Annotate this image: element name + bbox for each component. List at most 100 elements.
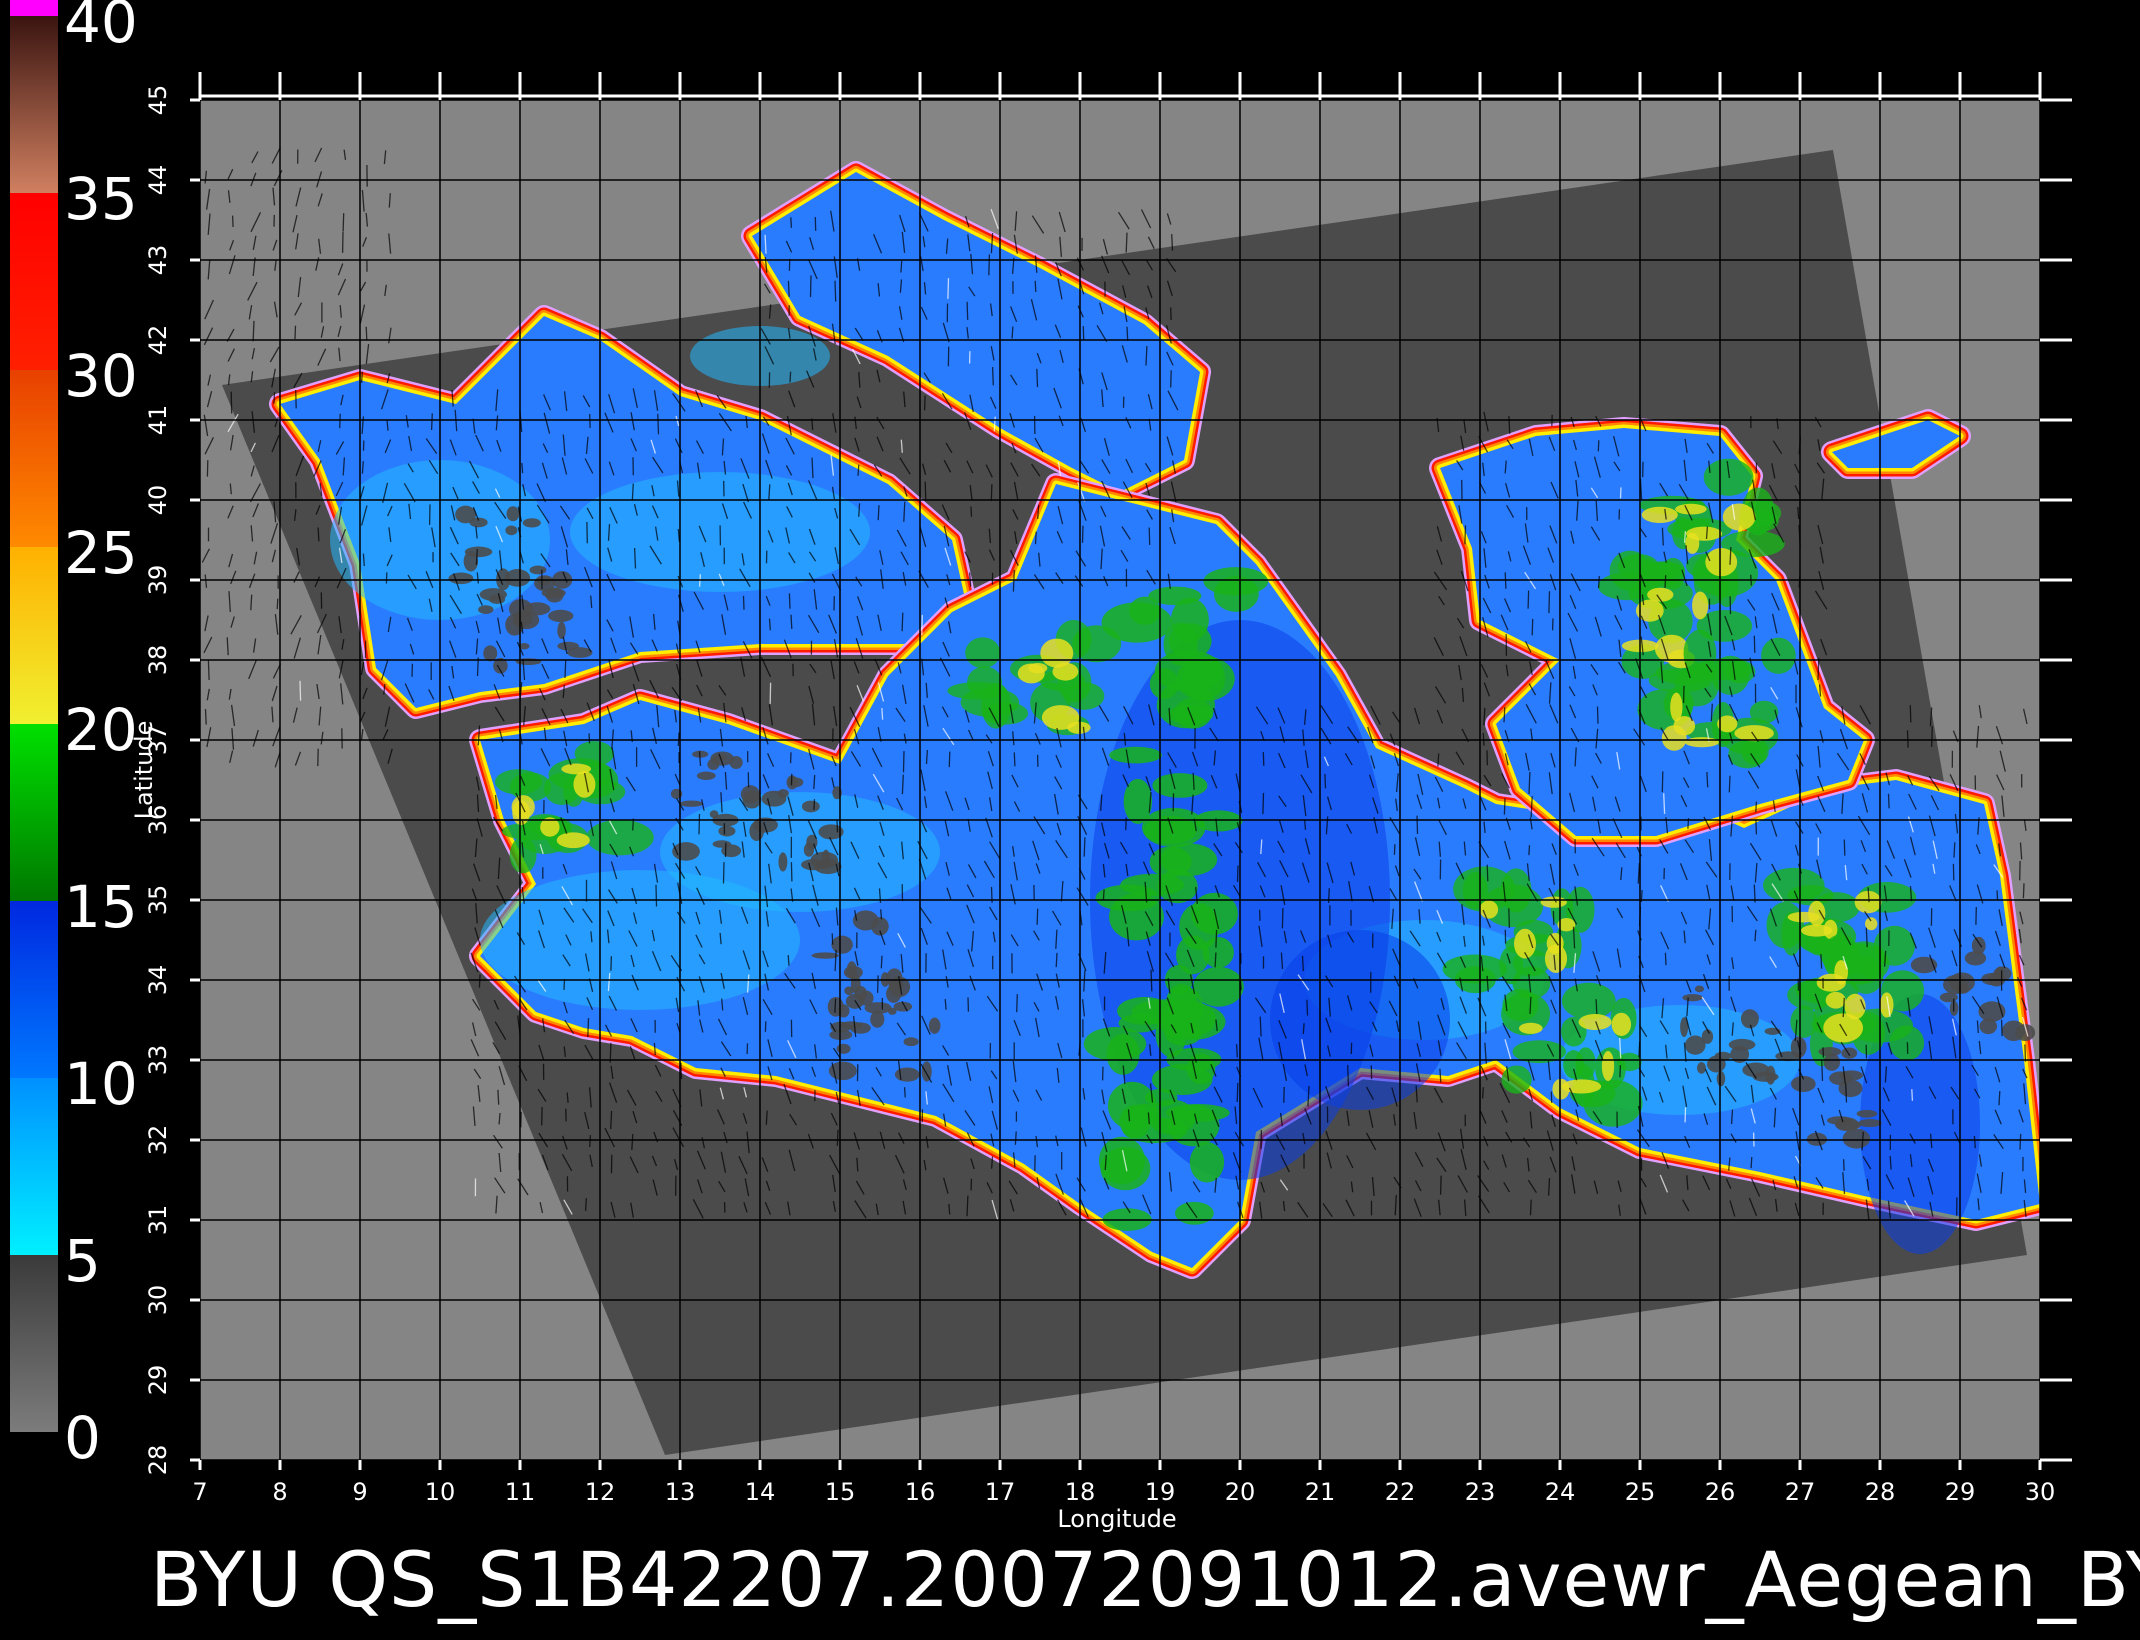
wind-vector [610, 1110, 613, 1130]
wind-vector [339, 413, 341, 429]
latitude-tick-label: 33 [144, 1045, 172, 1076]
wind-speed-patch [1955, 984, 1970, 994]
wind-speed-patch [1563, 1050, 1585, 1079]
longitude-tick-label: 22 [1385, 1478, 1416, 1506]
wind-vector [1303, 819, 1307, 830]
wind-vector [317, 527, 320, 542]
wind-speed-patch [1601, 1051, 1615, 1082]
colorbar-tick-label: 15 [64, 873, 138, 941]
longitude-tick-label: 23 [1465, 1478, 1496, 1506]
wind-speed-patch [696, 771, 716, 781]
wind-speed-patch [1109, 746, 1162, 764]
wind-vector [653, 1042, 656, 1056]
wind-speed-patch [1518, 1022, 1543, 1034]
wind-speed-patch [718, 825, 736, 837]
wind-vector [1171, 234, 1174, 251]
wind-vector [1755, 819, 1758, 835]
wind-vector [1529, 1199, 1532, 1216]
wind-speed-patch [548, 609, 574, 623]
wind-speed-patch [1561, 982, 1616, 1020]
wind-speed-patch [1694, 985, 1705, 993]
wind-speed-patch [1127, 1103, 1161, 1124]
wind-vector [1262, 752, 1265, 766]
wind-vector [1034, 280, 1037, 293]
longitude-tick-label: 17 [985, 1478, 1016, 1506]
colorbar-tick-label: 25 [64, 519, 138, 587]
wind-speed-patch [1823, 1013, 1864, 1043]
wind-vector [1661, 771, 1664, 793]
wind-vector [231, 215, 234, 228]
wind-speed-patch [1552, 1078, 1570, 1100]
wind-vector [1909, 705, 1912, 723]
wind-speed-patch [788, 777, 804, 788]
wind-vector [1842, 1159, 1845, 1171]
wind-vector [1527, 590, 1530, 609]
wind-speed-patch [801, 800, 820, 813]
wind-vector [966, 301, 969, 320]
wind-speed-patch [478, 605, 494, 614]
wind-vector [1147, 1112, 1150, 1125]
wind-speed-patch [1722, 503, 1756, 531]
wind-vector [299, 680, 302, 701]
longitude-tick-label: 14 [745, 1478, 776, 1506]
wind-vector [923, 395, 926, 411]
wind-speed-patch [1684, 737, 1719, 748]
wind-speed-patch [709, 810, 719, 819]
wind-speed-patch [1270, 930, 1450, 1110]
wind-vector [1973, 1135, 1976, 1149]
wind-vector [1145, 345, 1148, 366]
wind-speed-patch [1787, 885, 1834, 906]
wind-vector [764, 234, 767, 254]
wind-vector [1014, 1131, 1017, 1145]
wind-speed-patch [829, 1029, 853, 1041]
wind-vector [990, 1156, 994, 1169]
wind-vector [789, 371, 792, 383]
wind-vector [856, 1157, 859, 1172]
wind-vector [880, 909, 883, 920]
wind-vector [836, 819, 839, 833]
wind-vector [1661, 527, 1664, 546]
wind-speed-patch [1825, 991, 1846, 1009]
latitude-tick-label: 39 [144, 565, 172, 596]
wind-vector [790, 614, 793, 629]
wind-vector [790, 862, 793, 882]
wind-vector [1393, 844, 1396, 855]
wind-vector [1843, 839, 1846, 856]
wind-speed-patch [844, 986, 854, 995]
wind-vector [1619, 1065, 1622, 1078]
wind-speed-patch [1742, 1062, 1770, 1078]
colorbar-band [10, 193, 58, 370]
wind-vector [698, 813, 701, 835]
wind-speed-patch [1159, 843, 1218, 877]
wind-vector [1818, 684, 1822, 697]
wind-speed-patch [1964, 951, 1987, 966]
wind-vector [1302, 1023, 1305, 1034]
wind-speed-patch [512, 611, 540, 630]
wind-vector [521, 462, 524, 474]
wind-vector [276, 598, 279, 610]
wind-vector [1324, 773, 1327, 789]
longitude-tick-label: 10 [425, 1478, 456, 1506]
wind-speed-patch [463, 551, 479, 572]
wind-vector [1055, 952, 1058, 968]
wind-vector [475, 549, 478, 565]
wind-speed-patch [1213, 575, 1259, 612]
colorbar-tick-label: 0 [64, 1404, 101, 1472]
wind-vector [1528, 771, 1531, 795]
wind-vector [1016, 994, 1018, 1013]
wind-speed-patch [1703, 458, 1754, 496]
wind-vector [1437, 753, 1440, 767]
wind-vector [1797, 506, 1800, 519]
wind-vector [1911, 1089, 1914, 1101]
y-axis-label: Latitude [130, 721, 158, 820]
x-axis-label: Longitude [1057, 1505, 1176, 1533]
wind-vector [991, 366, 994, 386]
latitude-tick-label: 40 [144, 485, 172, 516]
wind-vector [901, 774, 904, 795]
longitude-tick-label: 18 [1065, 1478, 1096, 1506]
wind-vector [497, 1089, 500, 1105]
wind-speed-patch [1654, 634, 1689, 663]
wind-vector [342, 213, 345, 232]
wind-speed-patch [1838, 1079, 1863, 1098]
wind-vector [584, 1198, 587, 1211]
